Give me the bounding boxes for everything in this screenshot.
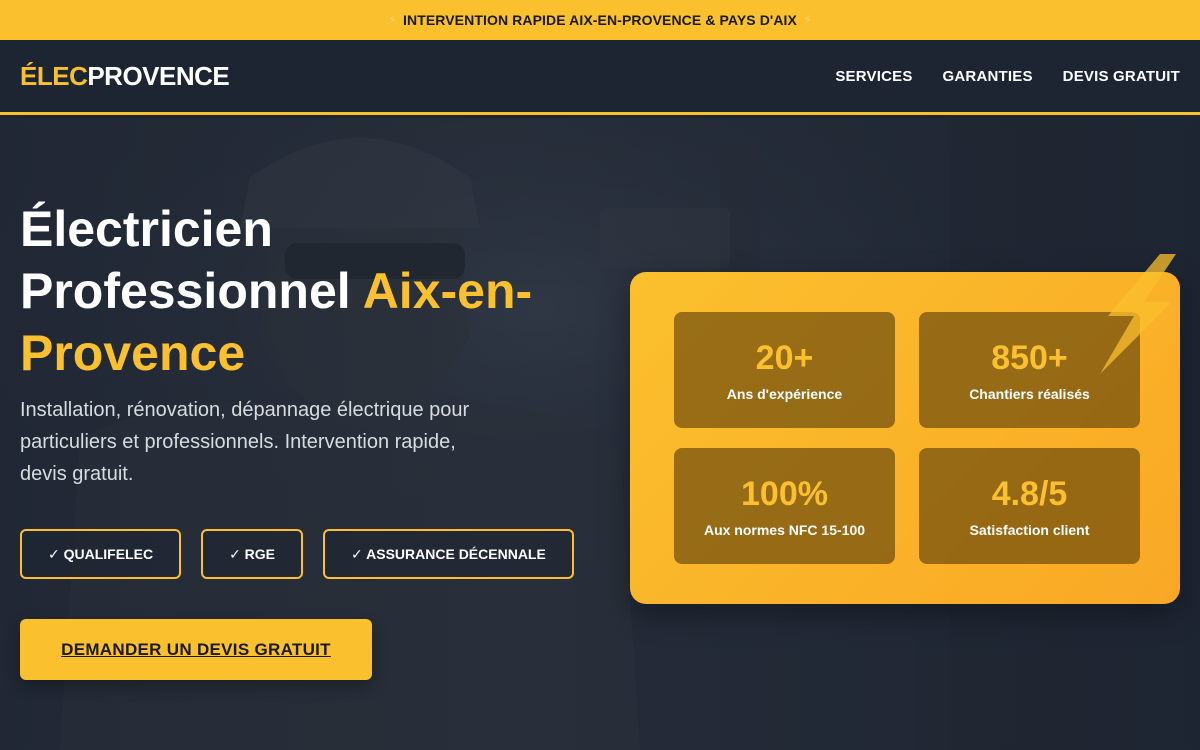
lightning-bolt-icon: [1100, 254, 1176, 374]
hero-subtitle: Installation, rénovation, dépannage élec…: [20, 399, 470, 485]
logo[interactable]: ÉLECPROVENCE: [20, 60, 230, 92]
lightning-icon: ⚡: [802, 12, 813, 27]
stat-compliance: 100% Aux normes NFC 15-100: [674, 448, 895, 564]
stat-label: Satisfaction client: [969, 522, 1090, 538]
stat-value: 850+: [991, 339, 1068, 377]
stat-label: Ans d'expérience: [726, 386, 843, 402]
logo-part-accent: ÉLEC: [20, 60, 88, 91]
hero-title-line2: Professionnel: [20, 263, 363, 319]
logo-part-main: PROVENCE: [87, 60, 230, 91]
lightning-icon: ⚡: [387, 12, 397, 27]
hero-title-line1: Électricien: [20, 201, 273, 257]
certification-badges: ✓ QUALIFELEC ✓ RGE ✓ ASSURANCE DÉCENNALE: [20, 529, 574, 579]
request-quote-button[interactable]: DEMANDER UN DEVIS GRATUIT: [20, 619, 372, 680]
stat-value: 4.8/5: [991, 475, 1068, 513]
navbar: ÉLECPROVENCE SERVICES GARANTIES DEVIS GR…: [0, 40, 1200, 115]
announcement-bar: ⚡ INTERVENTION RAPIDE AIX-EN-PROVENCE & …: [0, 0, 1200, 40]
hero-title-highlight-2: Provence: [20, 325, 246, 381]
stat-value: 100%: [741, 475, 828, 513]
hero-title-highlight: Aix-en-: [362, 263, 533, 319]
main-nav: SERVICES GARANTIES DEVIS GRATUIT: [835, 68, 1180, 85]
stat-satisfaction: 4.8/5 Satisfaction client: [919, 448, 1140, 564]
announcement-text: INTERVENTION RAPIDE AIX-EN-PROVENCE & PA…: [403, 12, 797, 28]
nav-link-services[interactable]: SERVICES: [835, 68, 912, 85]
stat-label: Aux normes NFC 15-100: [703, 522, 866, 538]
nav-link-devis-gratuit[interactable]: DEVIS GRATUIT: [1063, 68, 1180, 85]
badge-rge: ✓ RGE: [201, 529, 304, 579]
hero-section: Électricien Professionnel Aix-en- Proven…: [0, 118, 1200, 750]
badge-qualifelec: ✓ QUALIFELEC: [20, 529, 182, 579]
stat-experience: 20+ Ans d'expérience: [674, 312, 895, 428]
stat-label: Chantiers réalisés: [969, 386, 1090, 402]
hero-title: Électricien Professionnel Aix-en- Proven…: [20, 198, 580, 384]
stat-value: 20+: [755, 339, 814, 377]
badge-assurance-decennale: ✓ ASSURANCE DÉCENNALE: [323, 529, 574, 579]
nav-link-garanties[interactable]: GARANTIES: [943, 68, 1033, 85]
